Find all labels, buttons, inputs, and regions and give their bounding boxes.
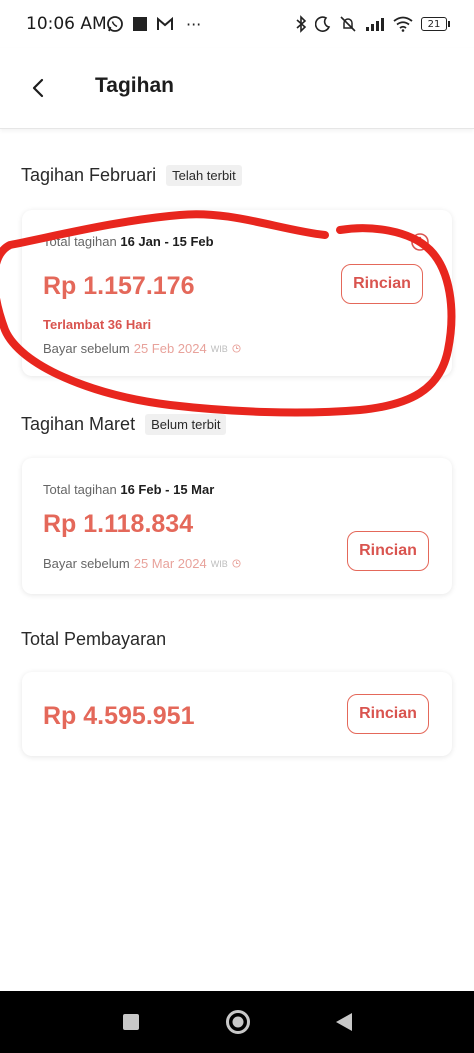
period-line: Total tagihan 16 Feb - 15 Mar bbox=[43, 482, 214, 497]
total-amount: Rp 4.595.951 bbox=[43, 702, 195, 730]
app-square-icon bbox=[133, 17, 147, 31]
period-line: Total tagihan 16 Jan - 15 Feb bbox=[43, 234, 214, 249]
back-button[interactable] bbox=[22, 72, 54, 104]
timezone-label: WIB bbox=[210, 558, 228, 569]
section-title-text: Total Pembayaran bbox=[21, 629, 167, 649]
due-prefix: Bayar sebelum bbox=[43, 341, 130, 356]
status-bar: 10:06 AM ··· 21 bbox=[0, 0, 474, 48]
bill-card-maret: Total tagihan 16 Feb - 15 Mar Rp 1.118.8… bbox=[22, 458, 452, 594]
gmail-icon bbox=[157, 16, 173, 30]
rincian-button[interactable]: Rincian bbox=[341, 264, 423, 304]
period-prefix: Total tagihan bbox=[43, 482, 117, 497]
home-button[interactable] bbox=[225, 1009, 251, 1035]
info-icon[interactable] bbox=[410, 232, 430, 252]
status-system-icons: 21 bbox=[295, 14, 450, 34]
app-header: Tagihan bbox=[0, 48, 474, 129]
status-notification-icons: ··· bbox=[106, 14, 201, 34]
mute-icon bbox=[340, 16, 356, 32]
page-title: Tagihan bbox=[95, 74, 174, 97]
timezone-label: WIB bbox=[210, 343, 228, 354]
section-title-februari: Tagihan Februari Telah terbit bbox=[21, 165, 242, 186]
bluetooth-icon bbox=[296, 15, 307, 33]
battery-level: 21 bbox=[421, 17, 447, 31]
section-title-text: Tagihan Maret bbox=[21, 414, 136, 434]
section-title-maret: Tagihan Maret Belum terbit bbox=[21, 414, 227, 435]
chevron-left-icon bbox=[32, 78, 44, 98]
wifi-icon bbox=[393, 16, 413, 32]
clock-icon bbox=[232, 344, 241, 353]
period-range: 16 Jan - 15 Feb bbox=[120, 234, 214, 249]
due-line: Bayar sebelum 25 Mar 2024 WIB bbox=[43, 556, 241, 571]
clock-icon bbox=[232, 559, 241, 568]
due-line: Bayar sebelum 25 Feb 2024 WIB bbox=[43, 341, 241, 356]
due-date: 25 Mar 2024 bbox=[133, 556, 207, 571]
battery-icon: 21 bbox=[421, 17, 450, 31]
square-icon bbox=[123, 1014, 139, 1030]
bill-amount: Rp 1.157.176 bbox=[43, 272, 195, 300]
navigation-bar bbox=[0, 991, 474, 1053]
rincian-button[interactable]: Rincian bbox=[347, 531, 429, 571]
nav-back-button[interactable] bbox=[333, 1011, 355, 1033]
bill-amount: Rp 1.118.834 bbox=[43, 510, 194, 538]
section-title-total: Total Pembayaran bbox=[21, 629, 166, 650]
triangle-icon bbox=[336, 1013, 352, 1031]
late-status: Terlambat 36 Hari bbox=[43, 317, 152, 332]
recents-button[interactable] bbox=[120, 1011, 142, 1033]
signal-icon bbox=[366, 18, 384, 31]
status-badge: Belum terbit bbox=[145, 414, 227, 435]
moon-icon bbox=[315, 16, 331, 32]
due-date: 25 Feb 2024 bbox=[133, 341, 207, 356]
period-range: 16 Feb - 15 Mar bbox=[120, 482, 215, 497]
period-prefix: Total tagihan bbox=[43, 234, 117, 249]
due-prefix: Bayar sebelum bbox=[43, 556, 130, 571]
whatsapp-icon bbox=[107, 16, 123, 32]
more-notifications-icon: ··· bbox=[186, 14, 202, 34]
status-time: 10:06 AM bbox=[26, 14, 107, 34]
circle-icon bbox=[226, 1010, 250, 1034]
status-badge: Telah terbit bbox=[166, 165, 242, 186]
total-payment-card: Rp 4.595.951 Rincian bbox=[22, 672, 452, 756]
section-title-text: Tagihan Februari bbox=[21, 165, 157, 185]
rincian-button[interactable]: Rincian bbox=[347, 694, 429, 734]
bill-card-februari: Total tagihan 16 Jan - 15 Feb Rp 1.157.1… bbox=[22, 210, 452, 376]
